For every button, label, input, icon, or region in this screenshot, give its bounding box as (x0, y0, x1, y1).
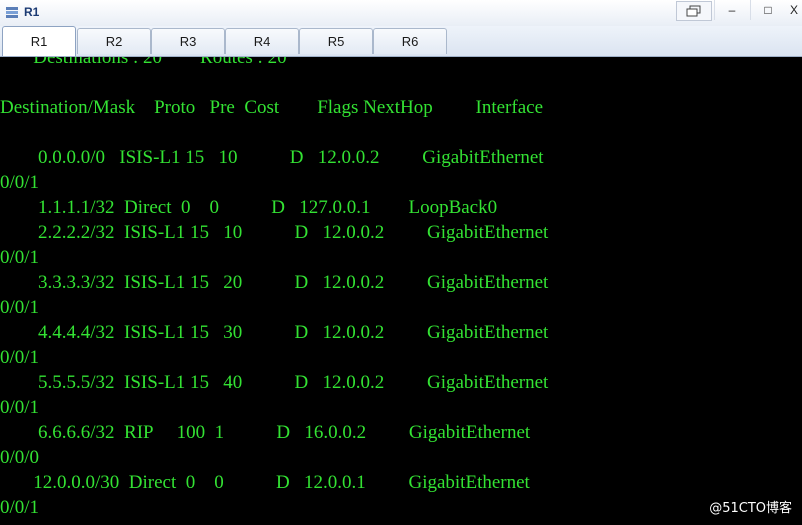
close-button[interactable]: X (786, 0, 802, 20)
window-title-bar: R1 – □ X (0, 0, 802, 27)
terminal-line: 0/0/0 (0, 447, 40, 468)
tab-label: R4 (253, 34, 271, 49)
terminal-line: Destinations : 20 Routes : 20 (0, 57, 287, 68)
terminal-line: 12.0.0.0/30 Direct 0 0 D 12.0.0.1 Gigabi… (0, 472, 530, 493)
terminal-line: 0/0/1 (0, 172, 40, 193)
tab-label: R5 (327, 34, 345, 49)
terminal-line: 0/0/1 (0, 297, 40, 318)
terminal-line: 0/0/1 (0, 247, 40, 268)
tab-r3[interactable]: R3 (151, 28, 225, 54)
tab-label: R1 (30, 34, 48, 49)
watermark: @51CTO博客 (709, 501, 792, 516)
terminal-line: 3.3.3.3/32 ISIS-L1 15 20 D 12.0.0.2 Giga… (0, 272, 549, 293)
tab-r2[interactable]: R2 (77, 28, 151, 54)
tab-label: R2 (105, 34, 123, 49)
terminal-line: 0/0/1 (0, 497, 40, 518)
terminal-line: 0.0.0.0/0 ISIS-L1 15 10 D 12.0.0.2 Gigab… (0, 147, 544, 168)
tab-bar: R1 R2 R3 R4 R5 R6 (0, 26, 802, 57)
tab-label: R3 (179, 34, 197, 49)
router-console-icon (6, 7, 18, 18)
close-icon: X (789, 3, 798, 17)
minimize-icon: – (728, 3, 736, 17)
terminal-line: 0/0/1 (0, 347, 40, 368)
terminal-line: 2.2.2.2/32 ISIS-L1 15 10 D 12.0.0.2 Giga… (0, 222, 549, 243)
minimize-button[interactable]: – (714, 0, 749, 20)
terminal-line: 1.1.1.1/32 Direct 0 0 D 127.0.0.1 LoopBa… (0, 197, 498, 218)
maximize-icon: □ (764, 3, 772, 17)
tab-r4[interactable]: R4 (225, 28, 299, 54)
maximize-button[interactable]: □ (750, 0, 785, 20)
tab-r1[interactable]: R1 (2, 26, 76, 56)
tab-r6[interactable]: R6 (373, 28, 447, 54)
tab-label: R6 (401, 34, 419, 49)
terminal-line: 0/0/1 (0, 397, 40, 418)
window-title: R1 (24, 5, 40, 19)
restore-button[interactable] (676, 1, 712, 21)
terminal-line: 6.6.6.6/32 RIP 100 1 D 16.0.0.2 GigabitE… (0, 422, 531, 443)
tab-r5[interactable]: R5 (299, 28, 373, 54)
terminal-line: 5.5.5.5/32 ISIS-L1 15 40 D 12.0.0.2 Giga… (0, 372, 549, 393)
restore-icon (686, 5, 701, 17)
terminal-output[interactable]: Destinations : 20 Routes : 20 Destinatio… (0, 57, 802, 525)
terminal-line: Destination/Mask Proto Pre Cost Flags Ne… (0, 97, 544, 118)
terminal-line: 4.4.4.4/32 ISIS-L1 15 30 D 12.0.0.2 Giga… (0, 322, 549, 343)
